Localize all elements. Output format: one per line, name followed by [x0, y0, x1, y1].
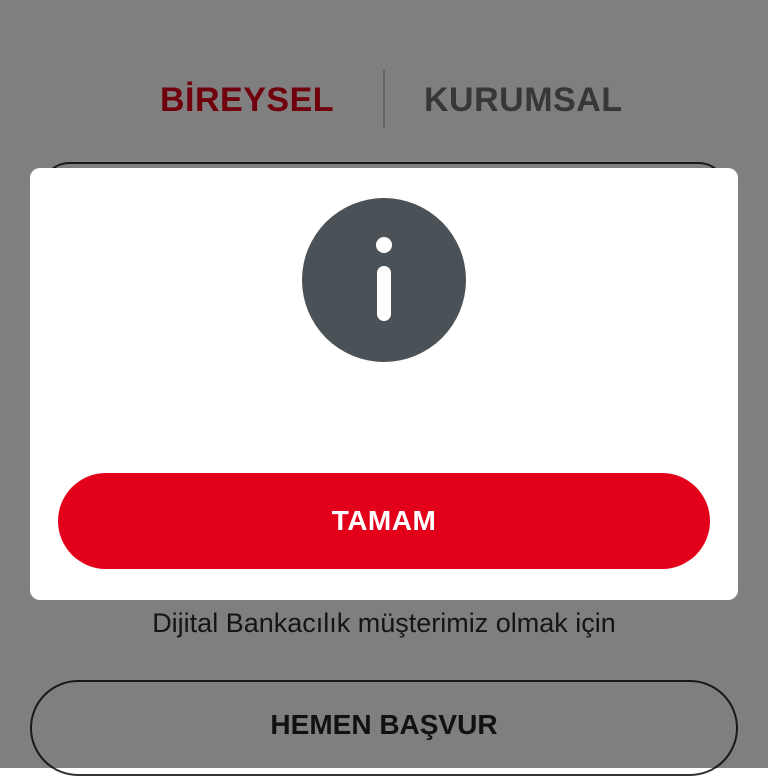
info-dialog: TAMAM	[30, 168, 738, 600]
info-icon	[302, 198, 466, 362]
ok-button[interactable]: TAMAM	[58, 473, 710, 569]
